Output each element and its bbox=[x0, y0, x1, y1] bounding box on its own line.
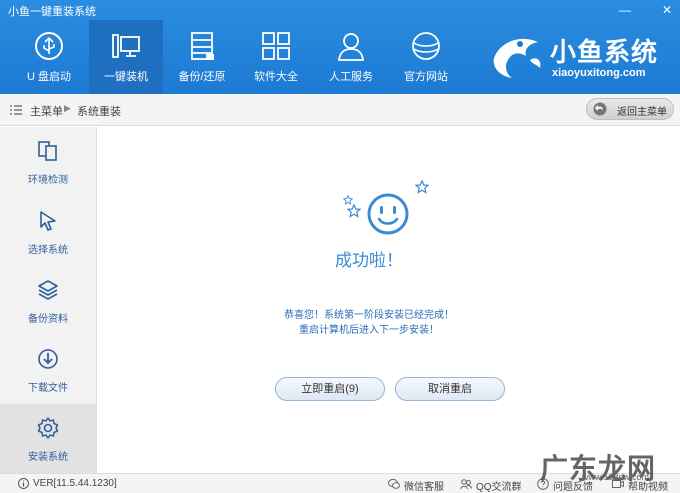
nav-label: 软件大全 bbox=[254, 71, 298, 83]
back-to-main-menu-button[interactable]: 返回主菜单 bbox=[586, 98, 674, 120]
back-button-label: 返回主菜单 bbox=[617, 107, 667, 118]
gear-icon bbox=[37, 417, 59, 439]
cursor-icon bbox=[40, 211, 56, 231]
nav-label: 备份/还原 bbox=[178, 71, 226, 83]
sidebar-item-select-system[interactable]: 选择系统 bbox=[0, 197, 96, 266]
breadcrumb-current: 系统重装 bbox=[77, 106, 121, 118]
sidebar-item-env-check[interactable]: 环境检测 bbox=[0, 127, 96, 196]
fish-logo-icon bbox=[493, 38, 541, 78]
globe-icon bbox=[412, 32, 440, 60]
restart-now-button[interactable]: 立即重启(9) bbox=[275, 377, 385, 401]
back-arrow-icon bbox=[593, 102, 607, 116]
sidebar-item-download-files[interactable]: 下载文件 bbox=[0, 335, 96, 404]
sidebar-item-label: 下载文件 bbox=[28, 383, 68, 394]
wechat-icon bbox=[388, 478, 400, 489]
device-check-icon bbox=[38, 141, 57, 161]
breadcrumb-separator-icon: ▶ bbox=[64, 103, 71, 113]
footer-link-label: QQ交流群 bbox=[476, 482, 522, 493]
app-title: 小鱼一键重装系统 bbox=[8, 6, 96, 18]
sidebar: 环境检测 选择系统 备份资料 下载文件 安装系统 bbox=[0, 127, 97, 473]
sidebar-item-label: 安装系统 bbox=[28, 452, 68, 463]
nav-item-usb-boot[interactable]: U 盘启动 bbox=[12, 20, 86, 94]
smiley-face-icon bbox=[367, 193, 409, 235]
star-icon bbox=[347, 204, 361, 218]
breadcrumb: 主菜单 ▶ 系统重装 bbox=[0, 94, 680, 126]
success-message-line-1: 恭喜您！系统第一阶段安装已经完成！ bbox=[284, 310, 454, 321]
sidebar-item-label: 选择系统 bbox=[28, 245, 68, 256]
watermark-url: www.163nw.com bbox=[582, 472, 650, 482]
sidebar-item-label: 环境检测 bbox=[28, 175, 68, 186]
nav-item-software[interactable]: 软件大全 bbox=[239, 20, 313, 94]
nav-item-backup-restore[interactable]: 备份/还原 bbox=[165, 20, 239, 94]
version-label: VER[11.5.44.1230] bbox=[33, 478, 117, 489]
main-content: 成功啦！ 恭喜您！系统第一阶段安装已经完成！ 重启计算机后进入下一步安装！ 立即… bbox=[98, 127, 680, 473]
sidebar-item-backup-data[interactable]: 备份资料 bbox=[0, 266, 96, 335]
info-icon bbox=[18, 478, 29, 489]
apps-grid-icon bbox=[262, 32, 290, 60]
minimize-button[interactable]: — bbox=[614, 1, 636, 19]
person-icon bbox=[337, 33, 365, 61]
nav-label: 官方网站 bbox=[404, 71, 448, 83]
backup-icon bbox=[191, 32, 214, 60]
success-message-line-2: 重启计算机后进入下一步安装！ bbox=[299, 325, 439, 336]
star-icon bbox=[415, 180, 429, 194]
qq-group-icon bbox=[460, 479, 472, 490]
nav-label: 人工服务 bbox=[329, 71, 373, 83]
nav-item-official-site[interactable]: 官方网站 bbox=[389, 20, 463, 94]
layers-icon bbox=[38, 280, 58, 300]
brand-url: xiaoyuxitong.com bbox=[552, 67, 646, 79]
breadcrumb-home[interactable]: 主菜单 bbox=[30, 103, 63, 119]
footer-link-label: 微信客服 bbox=[404, 482, 444, 493]
nav-item-one-click-install[interactable]: 一键装机 bbox=[89, 20, 163, 94]
brand-name: 小鱼系统 bbox=[550, 37, 659, 67]
sidebar-item-label: 备份资料 bbox=[28, 314, 68, 325]
sidebar-item-install-system[interactable]: 安装系统 bbox=[0, 404, 96, 473]
close-button[interactable]: ✕ bbox=[656, 1, 678, 19]
download-icon bbox=[38, 349, 58, 369]
brand-logo: 小鱼系统 xiaoyuxitong.com bbox=[488, 26, 678, 86]
cancel-restart-button[interactable]: 取消重启 bbox=[395, 377, 505, 401]
nav-item-manual-service[interactable]: 人工服务 bbox=[314, 20, 388, 94]
success-title: 成功啦！ bbox=[335, 251, 403, 270]
usb-icon bbox=[35, 32, 63, 60]
nav-label: 一键装机 bbox=[104, 71, 148, 83]
nav-label: U 盘启动 bbox=[27, 71, 71, 83]
header-bar: 小鱼一键重装系统 — ✕ U 盘启动 一键装机 备份/还原 软件大全 人工服务 … bbox=[0, 0, 680, 94]
menu-icon bbox=[10, 105, 22, 115]
computer-icon bbox=[112, 34, 140, 58]
title-bar: 小鱼一键重装系统 — ✕ bbox=[0, 0, 680, 20]
